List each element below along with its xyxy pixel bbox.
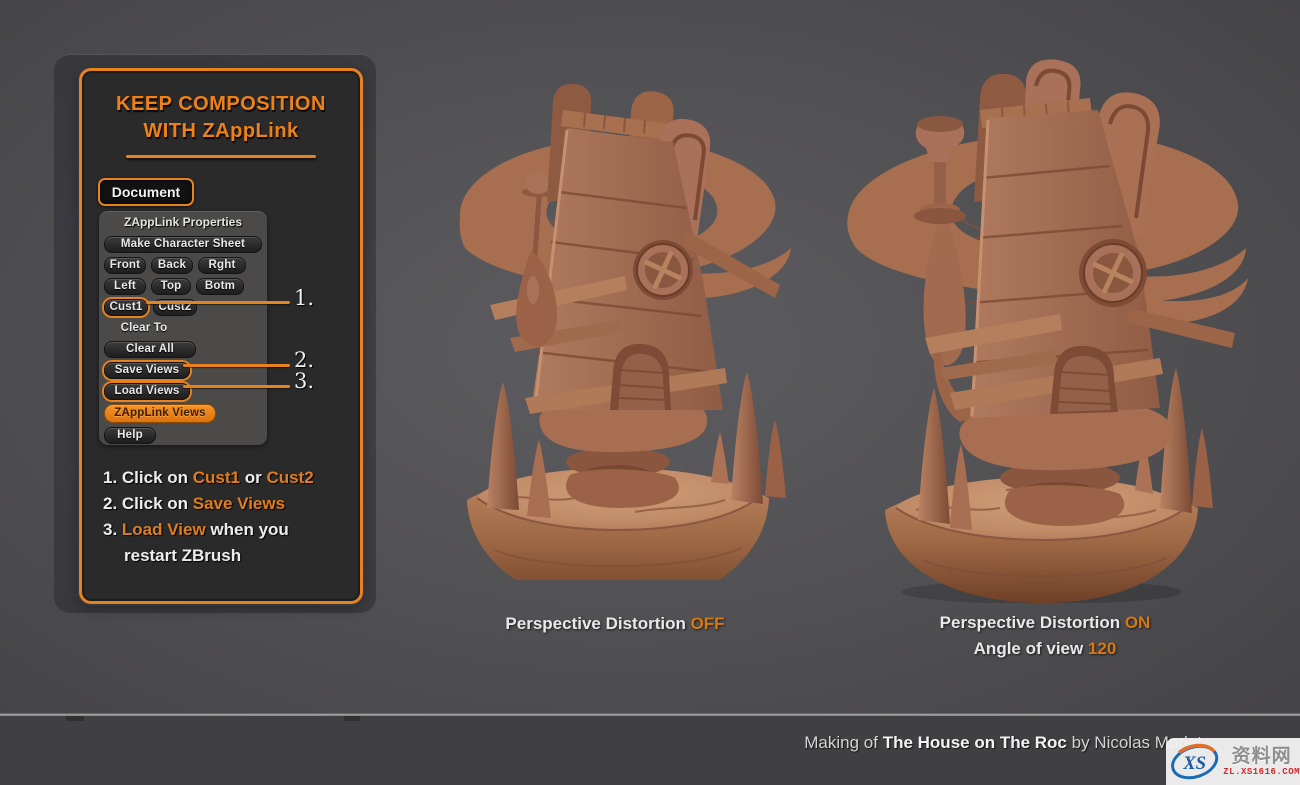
annotation-number-3: 3. — [294, 369, 314, 393]
save-views-button[interactable]: Save Views — [104, 362, 190, 379]
step3-text: when you — [206, 520, 289, 539]
panel-title-line2: WITH ZAppLink — [82, 118, 360, 145]
help-button[interactable]: Help — [104, 427, 156, 444]
instruction-step-3: 3. Load View when you — [103, 517, 343, 543]
step2-text: 2. Click on — [103, 494, 193, 513]
caption-right-label: Perspective Distortion — [940, 613, 1125, 632]
top-button[interactable]: Top — [151, 278, 191, 295]
caption-angle-value: 120 — [1088, 639, 1116, 658]
house-model-perspective-off-illustration — [435, 80, 795, 580]
clear-to-button[interactable]: Clear To — [104, 320, 184, 337]
watermark: XS 资料网 ZL.XS1616.COM — [1166, 738, 1300, 785]
step1-cust2-ref: Cust2 — [266, 468, 313, 487]
cust1-button[interactable]: Cust1 — [104, 299, 148, 316]
title-divider — [126, 155, 316, 158]
xs-logo-text: XS — [1182, 752, 1206, 773]
house-model-perspective-on-illustration — [830, 58, 1250, 603]
xs-logo-icon: XS — [1169, 742, 1220, 782]
zapplink-views-button[interactable]: ZAppLink Views — [104, 404, 216, 423]
zbrush-tutorial-screenshot: KEEP COMPOSITION WITH ZAppLink Document … — [0, 0, 1300, 785]
instruction-step-3-cont: restart ZBrush — [103, 543, 343, 569]
watermark-site-name: 资料网 — [1232, 747, 1292, 766]
instruction-steps: 1. Click on Cust1 or Cust2 2. Click on S… — [103, 465, 343, 569]
subpanel-header: ZAppLink Properties — [104, 213, 262, 232]
instruction-step-1: 1. Click on Cust1 or Cust2 — [103, 465, 343, 491]
annotation-line-1 — [146, 301, 290, 304]
footer-divider — [0, 713, 1300, 716]
document-button[interactable]: Document — [98, 178, 194, 206]
front-button[interactable]: Front — [104, 257, 146, 274]
caption-right-line1: Perspective Distortion ON — [880, 610, 1210, 636]
step1-cust1-ref: Cust1 — [193, 468, 240, 487]
zapplink-properties-subpanel: ZAppLink Properties Make Character Sheet… — [99, 211, 267, 445]
caption-perspective-off: Perspective Distortion OFF — [435, 611, 795, 637]
make-character-sheet-button[interactable]: Make Character Sheet — [104, 236, 262, 253]
annotation-line-3 — [183, 385, 290, 388]
step2-save-views-ref: Save Views — [193, 494, 285, 513]
credit-artwork-title: The House on The Roc — [883, 733, 1067, 752]
caption-left-value: OFF — [691, 614, 725, 633]
clear-all-button[interactable]: Clear All — [104, 341, 196, 358]
step3-load-view-ref: Load View — [122, 520, 206, 539]
watermark-site-url: ZL.XS1616.COM — [1223, 768, 1300, 777]
watermark-text: 资料网 ZL.XS1616.COM — [1223, 747, 1300, 777]
tutorial-panel: KEEP COMPOSITION WITH ZAppLink Document … — [79, 68, 363, 604]
caption-right-line2: Angle of view 120 — [880, 636, 1210, 662]
step1-or: or — [240, 468, 266, 487]
rght-button[interactable]: Rght — [198, 257, 246, 274]
back-button[interactable]: Back — [151, 257, 193, 274]
credit-text: Making of The House on The Roc by Nicola… — [804, 733, 1202, 753]
instruction-step-2: 2. Click on Save Views — [103, 491, 343, 517]
annotation-line-2 — [183, 364, 290, 367]
caption-perspective-on: Perspective Distortion ON Angle of view … — [880, 610, 1210, 662]
left-button[interactable]: Left — [104, 278, 146, 295]
footer-notch — [66, 716, 84, 721]
panel-title-line1: KEEP COMPOSITION — [82, 91, 360, 118]
step1-text: 1. Click on — [103, 468, 193, 487]
annotation-number-1: 1. — [294, 286, 314, 310]
load-views-button[interactable]: Load Views — [104, 383, 190, 400]
caption-left-label: Perspective Distortion — [505, 614, 690, 633]
credit-prefix: Making of — [804, 733, 882, 752]
botm-button[interactable]: Botm — [196, 278, 244, 295]
step3-number: 3. — [103, 520, 122, 539]
caption-angle-label: Angle of view — [974, 639, 1088, 658]
panel-title: KEEP COMPOSITION WITH ZAppLink — [82, 91, 360, 145]
caption-right-value: ON — [1125, 613, 1151, 632]
footer-notch — [344, 716, 360, 721]
